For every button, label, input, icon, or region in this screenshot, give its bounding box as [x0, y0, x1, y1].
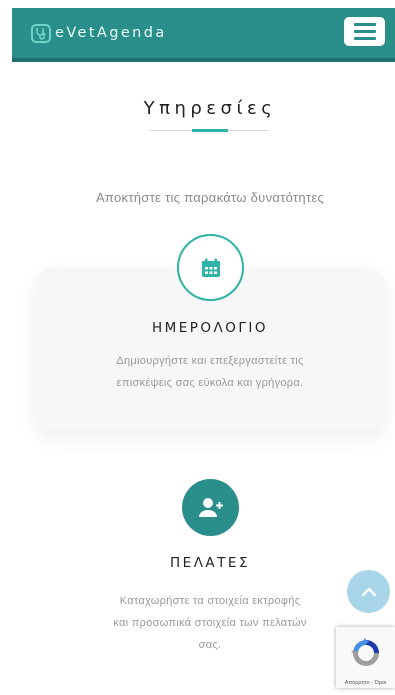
- back-to-top-button[interactable]: [347, 570, 390, 613]
- calendar-icon: [177, 234, 244, 301]
- title-divider-accent: [192, 129, 228, 132]
- section-subtitle: Αποκτήστε τις παρακάτω δυνατότητες: [95, 190, 325, 205]
- add-user-icon: [182, 479, 239, 536]
- recaptcha-icon: [349, 637, 383, 674]
- desc-line: σας.: [198, 639, 222, 651]
- desc-line: Καταχωρήστε τα στοιχεία εκτροφής: [119, 595, 301, 607]
- brand-name: eVetAgenda: [55, 25, 167, 41]
- service-title-calendar: ΗΜΕΡΟΛΟΓΙΟ: [151, 320, 269, 336]
- service-title-clients: ΠΕΛΑΤΕΣ: [170, 555, 250, 571]
- recaptcha-badge[interactable]: Απόρρητο - Όροι: [336, 627, 395, 688]
- service-desc-calendar: Δημιουργήστε και επεξεργαστείτε τις επισ…: [60, 350, 360, 394]
- page: eVetAgenda Υπηρεσίες Αποκτήστε τις παρακ…: [0, 0, 395, 695]
- stethoscope-icon: [31, 23, 51, 43]
- brand[interactable]: eVetAgenda: [31, 23, 167, 43]
- desc-line: Δημιουργήστε και επεξεργαστείτε τις: [116, 355, 304, 367]
- desc-line: και προσωπικά στοιχεία των πελατών: [113, 617, 307, 629]
- recaptcha-links[interactable]: Απόρρητο - Όροι: [345, 680, 387, 686]
- service-desc-clients: Καταχωρήστε τα στοιχεία εκτροφής και προ…: [75, 590, 345, 656]
- desc-line: επισκέψεις σας εύκολα και γρήγορα.: [116, 377, 304, 389]
- navbar: eVetAgenda: [12, 8, 395, 62]
- hamburger-menu-icon[interactable]: [344, 17, 385, 46]
- chevron-up-icon: [361, 587, 376, 596]
- section-title: Υπηρεσίες: [143, 98, 277, 119]
